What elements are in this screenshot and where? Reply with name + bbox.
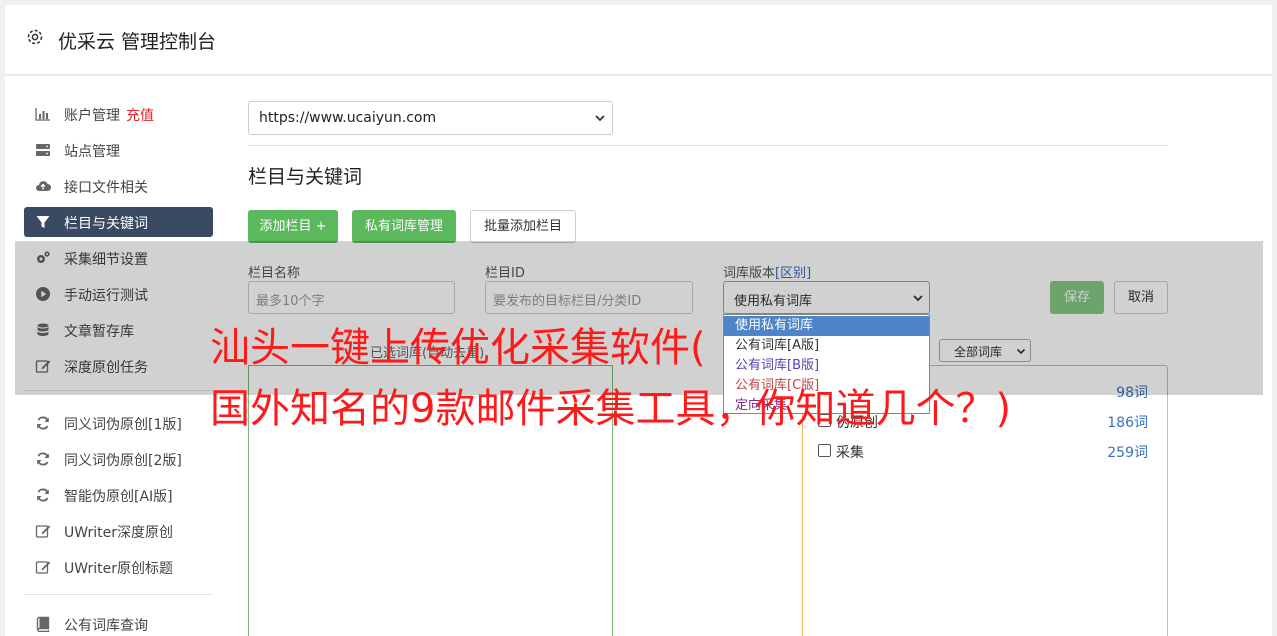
- filter-icon: [36, 216, 50, 228]
- page-title: 栏目与关键词: [248, 166, 363, 188]
- bar-chart-icon: [35, 108, 50, 121]
- gear-icon: [27, 29, 43, 45]
- divider: [248, 145, 1168, 146]
- keyword-count: 259词: [1107, 445, 1148, 461]
- dropdown-option[interactable]: 公有词库[A版]: [724, 336, 929, 356]
- top-header: 优采云 管理控制台: [5, 5, 1272, 75]
- edit-icon: [35, 561, 51, 574]
- dropdown-option[interactable]: 公有词库[B版]: [724, 356, 929, 376]
- console-title: 优采云 管理控制台: [58, 31, 217, 53]
- sidebar-item-public-library[interactable]: 公有词库查询: [24, 609, 213, 636]
- keyword-count: 186词: [1107, 415, 1148, 431]
- refresh-icon: [37, 416, 49, 430]
- keyword-name: 采集: [836, 445, 864, 461]
- sidebar-item-columns-keywords[interactable]: 栏目与关键词: [24, 207, 213, 237]
- watermark-line-2: 国外知名的9款邮件采集工具，你知道几个？): [210, 386, 1012, 432]
- book-icon: [36, 616, 50, 632]
- sidebar-item-label: 账户管理: [64, 108, 120, 124]
- refresh-icon: [37, 452, 49, 466]
- sidebar-item-label: 公有词库查询: [64, 618, 148, 634]
- sidebar-item-label: 智能伪原创[AI版]: [64, 489, 173, 505]
- chevron-down-icon: [595, 115, 605, 122]
- sidebar-item-label: UWriter原创标题: [64, 561, 173, 577]
- sidebar-item-sites[interactable]: 站点管理: [24, 135, 213, 165]
- sidebar-item-label: 站点管理: [64, 144, 120, 160]
- overlay-band: [15, 241, 1263, 395]
- sidebar-item-label: 栏目与关键词: [64, 216, 148, 232]
- sidebar-item-label: 同义词伪原创[2版]: [64, 453, 182, 469]
- server-icon: [36, 144, 50, 156]
- keyword-checkbox[interactable]: [818, 444, 831, 457]
- sidebar-item-label: UWriter深度原创: [64, 525, 173, 541]
- recharge-link[interactable]: 充值: [126, 108, 154, 124]
- site-select-value: https://www.ucaiyun.com: [259, 110, 437, 126]
- private-library-button[interactable]: 私有词库管理: [352, 210, 456, 243]
- sidebar-item-uwriter-title[interactable]: UWriter原创标题: [24, 552, 213, 582]
- cloud-upload-icon: [36, 181, 51, 192]
- refresh-icon: [37, 488, 49, 502]
- sidebar-item-account[interactable]: 账户管理 充值: [24, 99, 213, 129]
- dropdown-option[interactable]: 使用私有词库: [724, 316, 929, 336]
- site-select[interactable]: https://www.ucaiyun.com: [248, 101, 613, 135]
- sidebar-item-label: 同义词伪原创[1版]: [64, 417, 182, 433]
- sidebar-item-ai-rewrite[interactable]: 智能伪原创[AI版]: [24, 480, 213, 510]
- watermark-line-1: 汕头一键上传优化采集软件(: [210, 325, 706, 371]
- sidebar-item-uwriter-deep[interactable]: UWriter深度原创: [24, 516, 213, 546]
- batch-add-column-button[interactable]: 批量添加栏目: [470, 210, 576, 243]
- sidebar-item-interface-files[interactable]: 接口文件相关: [24, 171, 213, 201]
- add-column-button[interactable]: 添加栏目 +: [248, 210, 338, 243]
- sidebar-item-synonym-v2[interactable]: 同义词伪原创[2版]: [24, 444, 213, 474]
- list-item[interactable]: 采集 259词: [818, 441, 1148, 461]
- sidebar-item-label: 接口文件相关: [64, 180, 148, 196]
- edit-icon: [35, 525, 51, 538]
- sidebar-item-synonym-v1[interactable]: 同义词伪原创[1版]: [24, 408, 213, 438]
- sidebar-divider: [24, 594, 213, 595]
